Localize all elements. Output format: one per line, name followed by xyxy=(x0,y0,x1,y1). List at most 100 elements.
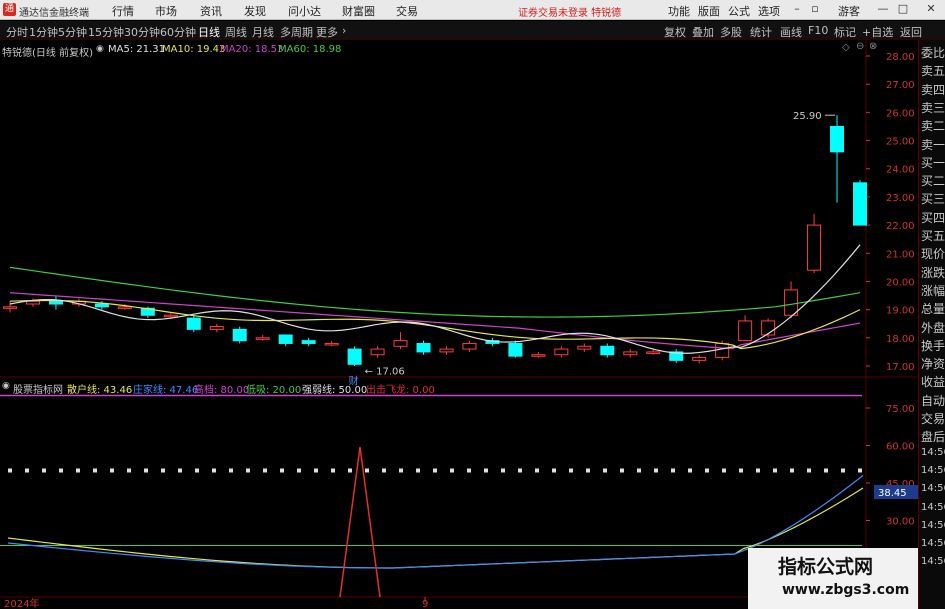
side-item[interactable]: 买五 xyxy=(921,227,945,244)
tool-back[interactable]: 返回 xyxy=(900,24,922,40)
minimize-icon[interactable]: – xyxy=(790,2,804,16)
period-15min[interactable]: 15分钟 xyxy=(88,24,124,40)
side-item[interactable]: 卖四 xyxy=(921,81,945,98)
tool-statistics[interactable]: 统计 xyxy=(750,24,772,40)
indicator-settings-icon[interactable]: ◉ xyxy=(2,381,10,391)
menu-item-quotes[interactable]: 行情 xyxy=(112,3,134,19)
tool-add-watchlist[interactable]: +自选 xyxy=(862,24,893,40)
side-item[interactable]: 卖三 xyxy=(921,99,945,116)
period-monthly[interactable]: 月线 xyxy=(252,24,274,40)
period-1min[interactable]: 1分钟 xyxy=(29,24,58,40)
side-item[interactable]: 14:56 xyxy=(921,483,945,494)
candle-body xyxy=(784,289,799,316)
side-item[interactable]: 14:56 xyxy=(921,520,945,531)
side-item[interactable]: 14:56 xyxy=(921,465,945,476)
candle-body xyxy=(232,328,247,342)
side-item[interactable]: 14:56 xyxy=(921,556,945,567)
menu-item-wealth[interactable]: 财富圈 xyxy=(342,3,375,19)
price-tick-label: 20.00 xyxy=(886,277,915,288)
tool-mark[interactable]: 标记 xyxy=(834,24,856,40)
side-item[interactable]: 买四 xyxy=(921,209,945,226)
retail-line-label: 散户线: 43.46 xyxy=(67,385,133,396)
price-tick-label: 23.00 xyxy=(886,193,915,204)
period-60min[interactable]: 60分钟 xyxy=(160,24,196,40)
menu-item-market[interactable]: 市场 xyxy=(155,3,177,19)
side-item[interactable]: 14:56 xyxy=(921,538,945,549)
side-item[interactable]: 买一 xyxy=(921,154,945,171)
indicator-name[interactable]: 股票指标网 xyxy=(13,381,63,396)
side-item[interactable]: 收益 xyxy=(921,373,945,390)
side-item[interactable]: 自动 xyxy=(921,392,945,409)
strength-dot xyxy=(467,468,471,473)
side-item[interactable]: 委比 xyxy=(921,44,945,61)
candle-body xyxy=(508,342,523,357)
price-tick-label: 28.00 xyxy=(886,52,915,63)
menu-item-formula[interactable]: 公式 xyxy=(728,3,750,19)
period-weekly[interactable]: 周线 xyxy=(225,24,247,40)
side-item[interactable]: 14:56 xyxy=(921,502,945,513)
side-item[interactable]: 换手 xyxy=(921,337,945,354)
side-item[interactable]: 买二 xyxy=(921,172,945,189)
close-pane-icon[interactable]: ⊗ xyxy=(869,41,877,52)
strength-dot xyxy=(8,468,12,473)
side-item[interactable]: 卖二 xyxy=(921,117,945,134)
kline-chart[interactable]: 28.00 27.00 26.00 25.00 24.00 23.00 22.00 21.00… xyxy=(0,40,918,609)
menu-item-ask[interactable]: 问小达 xyxy=(288,3,321,19)
tool-draw[interactable]: 画线 xyxy=(780,24,802,40)
period-intraday[interactable]: 分时 xyxy=(6,24,28,40)
close-window-icon[interactable]: ✕ xyxy=(924,2,938,16)
candle-body xyxy=(94,303,109,308)
menu-item-trade[interactable]: 交易 xyxy=(396,3,418,19)
candle-body xyxy=(3,306,17,309)
title-bar: 通 通达信金融终端 行情 市场 资讯 发现 问小达 财富圈 交易 证券交易未登录… xyxy=(0,0,945,20)
side-item[interactable]: 外盘 xyxy=(921,319,945,336)
tool-overlay[interactable]: 叠加 xyxy=(692,24,714,40)
period-5min[interactable]: 5分钟 xyxy=(58,24,87,40)
period-multi[interactable]: 多周期 xyxy=(280,24,313,40)
side-item[interactable]: 盘后 xyxy=(921,428,945,445)
period-30min[interactable]: 30分钟 xyxy=(124,24,160,40)
side-item[interactable]: 卖一 xyxy=(921,136,945,153)
settings-icon[interactable]: ◉ xyxy=(96,44,104,54)
price-tick-label: 22.00 xyxy=(886,221,915,232)
side-item[interactable]: 涨幅 xyxy=(921,282,945,299)
side-item[interactable]: 卖五 xyxy=(921,62,945,79)
period-more[interactable]: 更多 xyxy=(316,24,338,40)
menu-item-news[interactable]: 资讯 xyxy=(200,3,222,19)
ind-badge-value: 38.45 xyxy=(878,488,907,499)
zoom-out-icon[interactable]: ⊖ xyxy=(856,41,864,52)
side-item[interactable]: 14:56 xyxy=(921,447,945,458)
minimize-window-icon[interactable]: — xyxy=(876,2,890,16)
tool-adjust[interactable]: 复权 xyxy=(664,24,686,40)
strength-dot xyxy=(229,468,233,473)
candle-body xyxy=(347,348,362,365)
login-notice[interactable]: 证券交易未登录 特锐德 xyxy=(518,4,621,19)
menu-item-options[interactable]: 选项 xyxy=(758,3,780,19)
maximize-window-icon[interactable]: □ xyxy=(896,2,910,16)
ma10-label: MA10: 19.43 xyxy=(162,44,226,55)
side-item[interactable]: 总量 xyxy=(921,300,945,317)
strength-dot xyxy=(263,468,267,473)
candle-body xyxy=(416,342,431,353)
candle-body xyxy=(738,320,753,342)
high-price-label: 25.90 xyxy=(793,111,822,122)
side-item[interactable]: 现价 xyxy=(921,245,945,262)
side-item[interactable]: 买三 xyxy=(921,190,945,207)
guest-user[interactable]: 游客 xyxy=(838,3,860,19)
strength-dot xyxy=(144,468,148,473)
menu-item-discover[interactable]: 发现 xyxy=(244,3,266,19)
side-item[interactable]: 净资 xyxy=(921,355,945,372)
menu-item-layout[interactable]: 版面 xyxy=(698,3,720,19)
menu-item-function[interactable]: 功能 xyxy=(668,3,690,19)
diamond-icon[interactable]: ◇ xyxy=(842,42,850,53)
tool-multi-stock[interactable]: 多股 xyxy=(720,24,742,40)
restore-icon[interactable]: ▫ xyxy=(808,2,822,16)
candle-body xyxy=(646,351,661,354)
side-item[interactable]: 交易 xyxy=(921,410,945,427)
period-daily[interactable]: 日线 xyxy=(198,24,220,40)
side-item[interactable]: 涨跌 xyxy=(921,264,945,281)
strength-dot xyxy=(450,468,454,473)
strength-dot xyxy=(161,468,165,473)
more-chevron-icon[interactable]: › xyxy=(342,24,346,37)
tool-f10[interactable]: F10 xyxy=(808,24,828,37)
